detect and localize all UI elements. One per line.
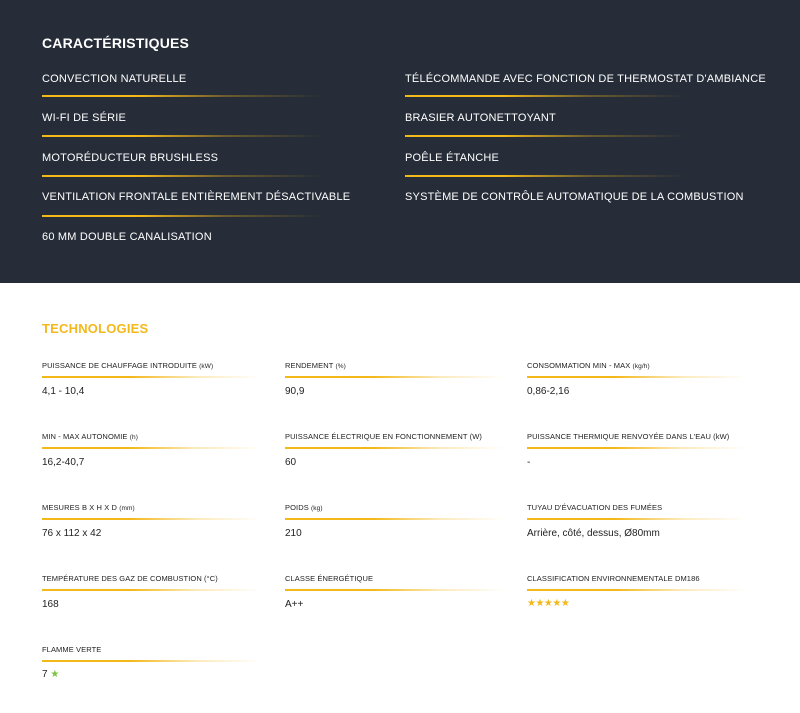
spec-divider [42, 518, 262, 520]
spec-label-mesures: MESURES B X H X D (mm) [42, 503, 135, 512]
feature-divider [405, 135, 685, 137]
feature-motoreducteur: MOTORÉDUCTEUR BRUSHLESS [42, 152, 219, 164]
caracteristiques-section: CARACTÉRISTIQUES CONVECTION NATURELLE WI… [0, 0, 800, 283]
feature-divider [405, 95, 685, 97]
spec-label-tuyau-evacuation: TUYAU D'ÉVACUATION DES FUMÉES [527, 503, 663, 512]
spec-divider [42, 376, 262, 378]
spec-value-temperature-gaz: 168 [42, 599, 59, 610]
spec-label-puissance-chauffage: PUISSANCE DE CHAUFFAGE INTRODUITE (kW) [42, 361, 214, 370]
spec-divider [285, 589, 505, 591]
feature-brasier: BRASIER AUTONETTOYANT [405, 112, 556, 124]
spec-label-autonomie: MIN - MAX AUTONOMIE (h) [42, 432, 138, 441]
feature-divider [42, 95, 322, 97]
feature-divider [42, 215, 322, 217]
spec-divider [42, 660, 262, 662]
spec-value-mesures: 76 x 112 x 42 [42, 528, 102, 539]
feature-wifi: WI-FI DE SÉRIE [42, 112, 127, 124]
spec-divider [42, 589, 262, 591]
spec-label-puissance-thermique-eau: PUISSANCE THERMIQUE RENVOYÉE DANS L'EAU … [527, 432, 730, 441]
spec-value-consommation: 0,86-2,16 [527, 386, 570, 397]
spec-label-classification-environnementale: CLASSIFICATION ENVIRONNEMENTALE DM186 [527, 574, 700, 583]
spec-divider [285, 376, 505, 378]
spec-label-temperature-gaz: TEMPÉRATURE DES GAZ DE COMBUSTION (°C) [42, 574, 218, 583]
spec-divider [285, 447, 505, 449]
feature-telecommande: TÉLÉCOMMANDE AVEC FONCTION DE THERMOSTAT… [405, 73, 766, 85]
feature-canalisation: 60 MM DOUBLE CANALISATION [42, 231, 212, 243]
spec-value-puissance-electrique: 60 [285, 457, 297, 468]
feature-convection: CONVECTION NATURELLE [42, 73, 187, 85]
caracteristiques-title: CARACTÉRISTIQUES [42, 35, 190, 51]
feature-poele-etanche: POÊLE ÉTANCHE [405, 152, 500, 164]
feature-divider [42, 135, 322, 137]
spec-divider [527, 589, 747, 591]
spec-label-flamme-verte: FLAMME VERTE [42, 645, 102, 654]
feature-divider [405, 175, 685, 177]
spec-label-poids: POIDS (kg) [285, 503, 323, 512]
spec-divider [527, 518, 747, 520]
spec-divider [527, 447, 747, 449]
spec-value-tuyau-evacuation: Arrière, côté, dessus, Ø80mm [527, 528, 660, 539]
feature-divider [42, 175, 322, 177]
feature-controle-combustion: SYSTÈME DE CONTRÔLE AUTOMATIQUE DE LA CO… [405, 191, 744, 203]
spec-value-flamme-verte: 7 ★ [42, 669, 60, 680]
green-star-icon: ★ [50, 669, 60, 680]
spec-value-puissance-chauffage: 4,1 - 10,4 [42, 386, 85, 397]
spec-value-puissance-thermique-eau: - [527, 457, 531, 468]
spec-value-classe-energetique: A++ [285, 599, 304, 610]
spec-value-rendement: 90,9 [285, 386, 305, 397]
spec-divider [285, 518, 505, 520]
spec-value-poids: 210 [285, 528, 302, 539]
spec-divider [42, 447, 262, 449]
technologies-title: TECHNOLOGIES [42, 321, 149, 336]
spec-label-consommation: CONSOMMATION MIN - MAX (kg/h) [527, 361, 650, 370]
spec-divider [527, 376, 747, 378]
spec-label-classe-energetique: CLASSE ÉNERGÉTIQUE [285, 574, 374, 583]
rating-stars: ★★★★★ [527, 598, 570, 610]
spec-label-rendement: RENDEMENT (%) [285, 361, 346, 370]
star-icon: ★★★★★ [527, 598, 570, 609]
spec-value-autonomie: 16,2-40,7 [42, 457, 85, 468]
spec-label-puissance-electrique: PUISSANCE ÉLECTRIQUE EN FONCTIONNEMENT (… [285, 432, 482, 441]
feature-ventilation: VENTILATION FRONTALE ENTIÈREMENT DÉSACTI… [42, 191, 351, 203]
